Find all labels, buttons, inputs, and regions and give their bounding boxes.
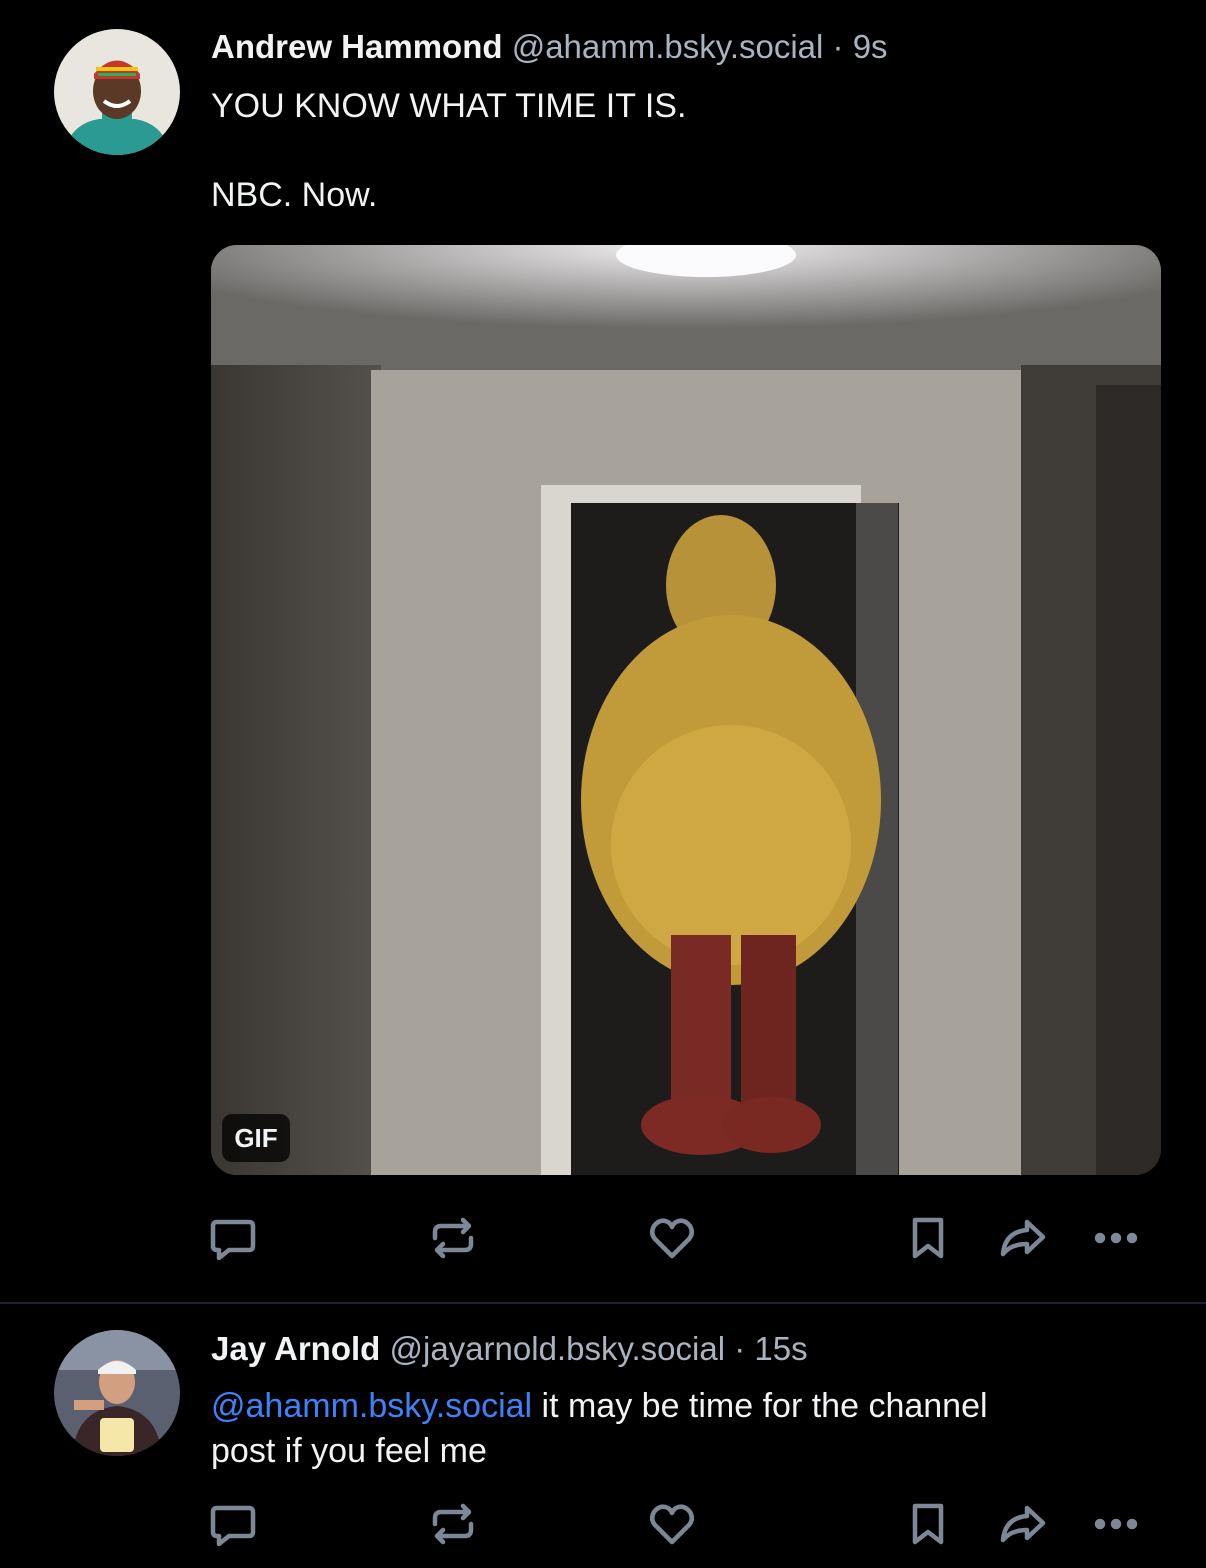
reply-button[interactable] <box>203 1208 263 1268</box>
post-text-segment: it may be time for the channel <box>532 1387 988 1425</box>
post-text-line: post if you feel me <box>211 1432 487 1470</box>
post-actions <box>0 1208 1206 1268</box>
post-text-line: YOU KNOW WHAT TIME IT IS. <box>211 87 687 125</box>
repost-icon <box>432 1503 474 1545</box>
avatar[interactable] <box>54 29 180 155</box>
author-handle[interactable]: @jayarnold.bsky.social <box>390 1330 726 1367</box>
author-handle[interactable]: @ahamm.bsky.social <box>512 28 824 65</box>
more-icon <box>1094 1232 1138 1244</box>
share-button[interactable] <box>993 1494 1053 1554</box>
gif-media[interactable] <box>211 245 1161 1175</box>
more-button[interactable] <box>1086 1494 1146 1554</box>
post-text: @ahamm.bsky.social it may be time for th… <box>211 1384 1171 1474</box>
avatar[interactable] <box>54 1330 180 1456</box>
like-button[interactable] <box>642 1494 702 1554</box>
repost-icon <box>432 1217 474 1259</box>
repost-button[interactable] <box>423 1494 483 1554</box>
post-andrew-hammond[interactable]: Andrew Hammond @ahamm.bsky.social · 9s Y… <box>0 0 1206 1302</box>
separator-dot: · <box>832 28 844 65</box>
like-icon <box>650 1218 694 1259</box>
separator-dot: · <box>734 1330 746 1367</box>
more-icon <box>1094 1518 1138 1530</box>
post-actions <box>0 1494 1206 1554</box>
share-button[interactable] <box>993 1208 1053 1268</box>
reply-icon <box>210 1219 256 1261</box>
author-name[interactable]: Jay Arnold <box>211 1330 380 1367</box>
bookmark-icon <box>912 1217 944 1259</box>
reply-button[interactable] <box>203 1494 263 1554</box>
post-time[interactable]: 15s <box>754 1330 807 1367</box>
post-text-line: @ahamm.bsky.social it may be time for th… <box>211 1384 1171 1429</box>
post-text-line: NBC. Now. <box>211 176 378 214</box>
more-button[interactable] <box>1086 1208 1146 1268</box>
post-header: Jay Arnold @jayarnold.bsky.social · 15s <box>211 1330 808 1368</box>
post-header: Andrew Hammond @ahamm.bsky.social · 9s <box>211 28 888 66</box>
share-icon <box>1000 1505 1046 1543</box>
author-name[interactable]: Andrew Hammond <box>211 28 503 65</box>
bookmark-button[interactable] <box>898 1494 958 1554</box>
like-icon <box>650 1504 694 1545</box>
gif-badge: GIF <box>222 1114 290 1162</box>
post-text: YOU KNOW WHAT TIME IT IS. NBC. Now. <box>211 84 686 218</box>
repost-button[interactable] <box>423 1208 483 1268</box>
bookmark-button[interactable] <box>898 1208 958 1268</box>
share-icon <box>1000 1219 1046 1257</box>
post-jay-arnold[interactable]: Jay Arnold @jayarnold.bsky.social · 15s … <box>0 1304 1206 1568</box>
reply-icon <box>210 1505 256 1547</box>
post-time[interactable]: 9s <box>853 28 888 65</box>
bookmark-icon <box>912 1503 944 1545</box>
like-button[interactable] <box>642 1208 702 1268</box>
mention-link[interactable]: @ahamm.bsky.social <box>211 1387 532 1425</box>
